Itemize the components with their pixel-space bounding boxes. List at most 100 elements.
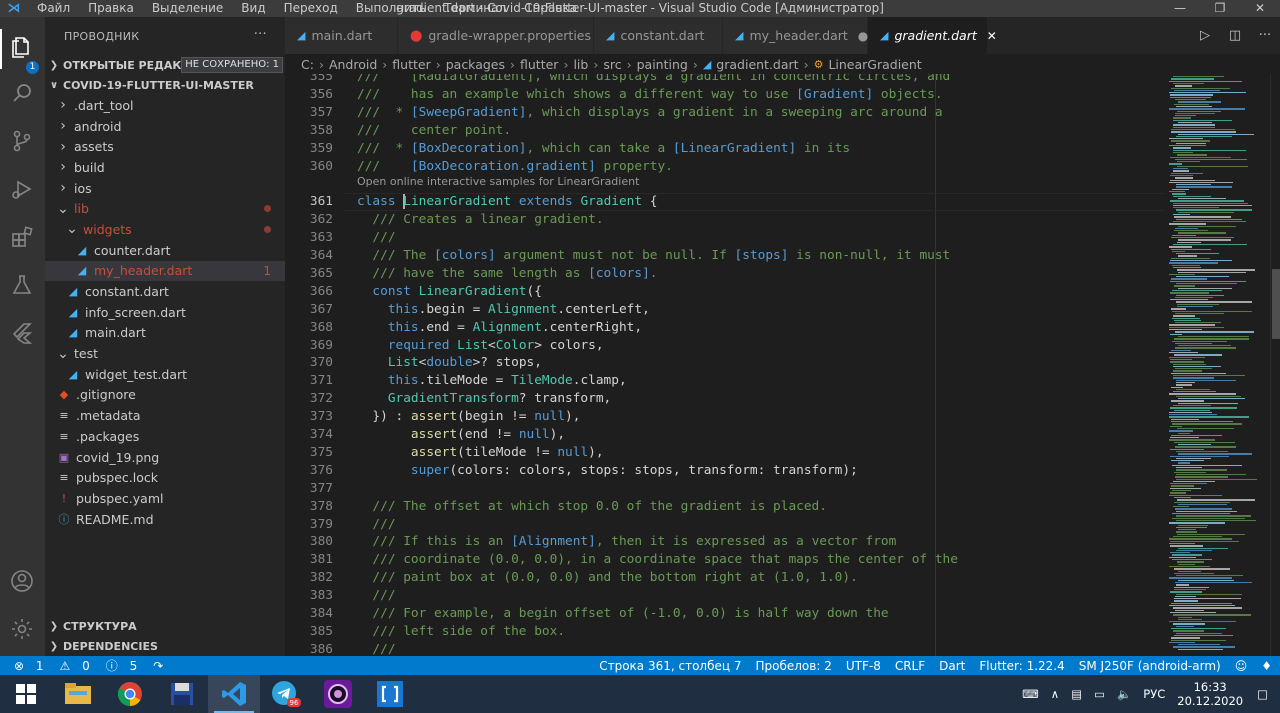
bracket-app-taskbar[interactable]	[364, 675, 416, 713]
tree-item[interactable]: ⌄ lib	[45, 198, 285, 219]
flutter-version[interactable]: Flutter: 1.22.4	[979, 659, 1064, 673]
breadcrumb-item[interactable]: packages	[446, 57, 505, 72]
breadcrumb-item[interactable]: LinearGradient	[828, 57, 921, 72]
clock[interactable]: 16:33 20.12.2020	[1177, 680, 1243, 708]
settings-gear-icon[interactable]	[8, 615, 36, 643]
tree-item[interactable]: ⌄ test	[45, 343, 285, 364]
tree-item[interactable]: ⓘ README.md	[45, 509, 285, 530]
device-selector[interactable]: SM J250F (android-arm)	[1079, 659, 1221, 673]
vertical-scrollbar[interactable]	[1270, 74, 1280, 656]
tab-constant-dart[interactable]: ◢ constant.dart	[594, 17, 723, 54]
encoding[interactable]: UTF-8	[846, 659, 881, 673]
menu-item[interactable]: Выделение	[143, 0, 232, 17]
battery-icon[interactable]: ▭	[1094, 687, 1105, 701]
testing-flask-icon[interactable]	[8, 271, 36, 299]
breadcrumb-item[interactable]: src	[603, 57, 621, 72]
breadcrumb-item[interactable]: C:	[301, 57, 314, 72]
cursor-position[interactable]: Строка 361, столбец 7	[599, 659, 741, 673]
account-icon[interactable]	[8, 567, 36, 595]
tab-gradient-dart[interactable]: ◢ gradient.dart ✕	[868, 17, 997, 54]
breadcrumb-item[interactable]: lib	[573, 57, 588, 72]
notifications-bell-icon[interactable]: ♦	[1261, 659, 1272, 673]
scrollbar-thumb[interactable]	[1272, 269, 1280, 339]
tray-chevron-up-icon[interactable]: ∧	[1051, 687, 1059, 701]
volume-icon[interactable]: 🔈	[1117, 687, 1131, 701]
minimize-button[interactable]: —	[1160, 0, 1200, 17]
restore-button[interactable]: ❐	[1200, 0, 1240, 17]
media-app-taskbar[interactable]	[312, 675, 364, 713]
tab-gradle-wrapper-properties[interactable]: ⬤ gradle-wrapper.properties	[398, 17, 594, 54]
breadcrumb-item[interactable]: flutter	[392, 57, 430, 72]
tab-my-header-dart[interactable]: ◢ my_header.dart ●	[723, 17, 868, 54]
notifications-icon[interactable]: □	[1257, 687, 1268, 701]
tree-item[interactable]: ◢ constant.dart	[45, 281, 285, 302]
unsaved-dot-icon[interactable]: ●	[858, 29, 868, 43]
more-actions-icon[interactable]: ···	[254, 27, 267, 42]
feedback-icon[interactable]: ☺	[1235, 659, 1248, 673]
menu-item[interactable]: Терминал	[435, 0, 515, 17]
tree-item[interactable]: ≡ .packages	[45, 426, 285, 447]
source-control-icon[interactable]	[8, 127, 36, 155]
run-icon[interactable]: ▷	[1190, 28, 1220, 43]
tree-item[interactable]: ◢ main.dart	[45, 323, 285, 344]
tree-item[interactable]: ▣ covid_19.png	[45, 447, 285, 468]
tree-item[interactable]: ◆ .gitignore	[45, 385, 285, 406]
explorer-icon[interactable]	[8, 33, 36, 61]
telegram-taskbar[interactable]: 96	[260, 675, 312, 713]
flutter-icon[interactable]	[8, 319, 36, 347]
tree-item[interactable]: › build	[45, 157, 285, 178]
minimap[interactable]	[1165, 74, 1270, 656]
infos-status[interactable]: ⓘ 5	[106, 657, 145, 674]
menu-item[interactable]: Выполнить	[347, 0, 435, 17]
menu-item[interactable]: Правка	[79, 0, 143, 17]
tree-item[interactable]: ! pubspec.yaml	[45, 488, 285, 509]
errors-status[interactable]: ⊗ 1	[14, 659, 52, 673]
start-button[interactable]	[0, 675, 52, 713]
live-share-icon[interactable]: ↷	[153, 659, 163, 673]
breadcrumb-item[interactable]: Android	[329, 57, 377, 72]
tab-main-dart[interactable]: ◢ main.dart	[285, 17, 398, 54]
tree-item[interactable]: ⌄ widgets	[45, 219, 285, 240]
tree-item[interactable]: ◢ widget_test.dart	[45, 364, 285, 385]
input-language[interactable]: РУС	[1143, 687, 1165, 701]
keyboard-icon[interactable]: ⌨	[1022, 687, 1039, 701]
warnings-status[interactable]: ⚠ 0	[60, 659, 98, 673]
menu-item[interactable]: Вид	[232, 0, 274, 17]
run-debug-icon[interactable]	[8, 175, 36, 203]
code-editor[interactable]: Open online interactive samples for Line…	[285, 74, 1165, 656]
indentation[interactable]: Пробелов: 2	[756, 659, 832, 673]
file-explorer-taskbar[interactable]	[52, 675, 104, 713]
tree-item[interactable]: › ios	[45, 178, 285, 199]
tree-item[interactable]: ◢ my_header.dart 1	[45, 260, 285, 282]
more-actions-icon[interactable]: ···	[1250, 28, 1280, 43]
tree-item[interactable]: › assets	[45, 136, 285, 157]
menu-item[interactable]: Справка	[515, 0, 586, 17]
breadcrumb-item[interactable]: gradient.dart	[716, 57, 798, 72]
tree-item[interactable]: ≡ .metadata	[45, 405, 285, 426]
network-icon[interactable]: ▤	[1071, 687, 1082, 701]
breadcrumb-item[interactable]: painting	[637, 57, 688, 72]
codelens-link[interactable]: Open online interactive samples for Line…	[357, 175, 639, 188]
search-icon[interactable]	[8, 79, 36, 107]
tree-item[interactable]: ◢ info_screen.dart	[45, 302, 285, 323]
breadcrumb-item[interactable]: flutter	[520, 57, 558, 72]
chrome-taskbar[interactable]	[104, 675, 156, 713]
extensions-icon[interactable]	[8, 223, 36, 251]
menu-item[interactable]: Переход	[275, 0, 347, 17]
dependencies-section[interactable]: ❯ DEPENDENCIES	[45, 636, 285, 656]
line-ending[interactable]: CRLF	[895, 659, 925, 673]
tree-item[interactable]: ◢ counter.dart	[45, 240, 285, 261]
tree-item[interactable]: ≡ pubspec.lock	[45, 467, 285, 488]
structure-section[interactable]: ❯ СТРУКТУРА	[45, 616, 285, 636]
language-mode[interactable]: Dart	[939, 659, 965, 673]
project-section[interactable]: ∨ COVID-19-FLUTTER-UI-MASTER	[45, 75, 285, 95]
vscode-taskbar[interactable]	[208, 675, 260, 713]
split-editor-icon[interactable]: ◫	[1220, 28, 1250, 43]
tree-item[interactable]: › .dart_tool	[45, 95, 285, 116]
tree-item[interactable]: › android	[45, 116, 285, 137]
save-app-taskbar[interactable]	[156, 675, 208, 713]
close-tab-icon[interactable]: ✕	[987, 29, 997, 43]
close-window-button[interactable]: ✕	[1240, 0, 1280, 17]
menu-item[interactable]: Файл	[28, 0, 79, 17]
open-editors-section[interactable]: ❯ ОТКРЫТЫЕ РЕДАКТО... НЕ СОХРАНЕНО: 1	[45, 55, 285, 75]
